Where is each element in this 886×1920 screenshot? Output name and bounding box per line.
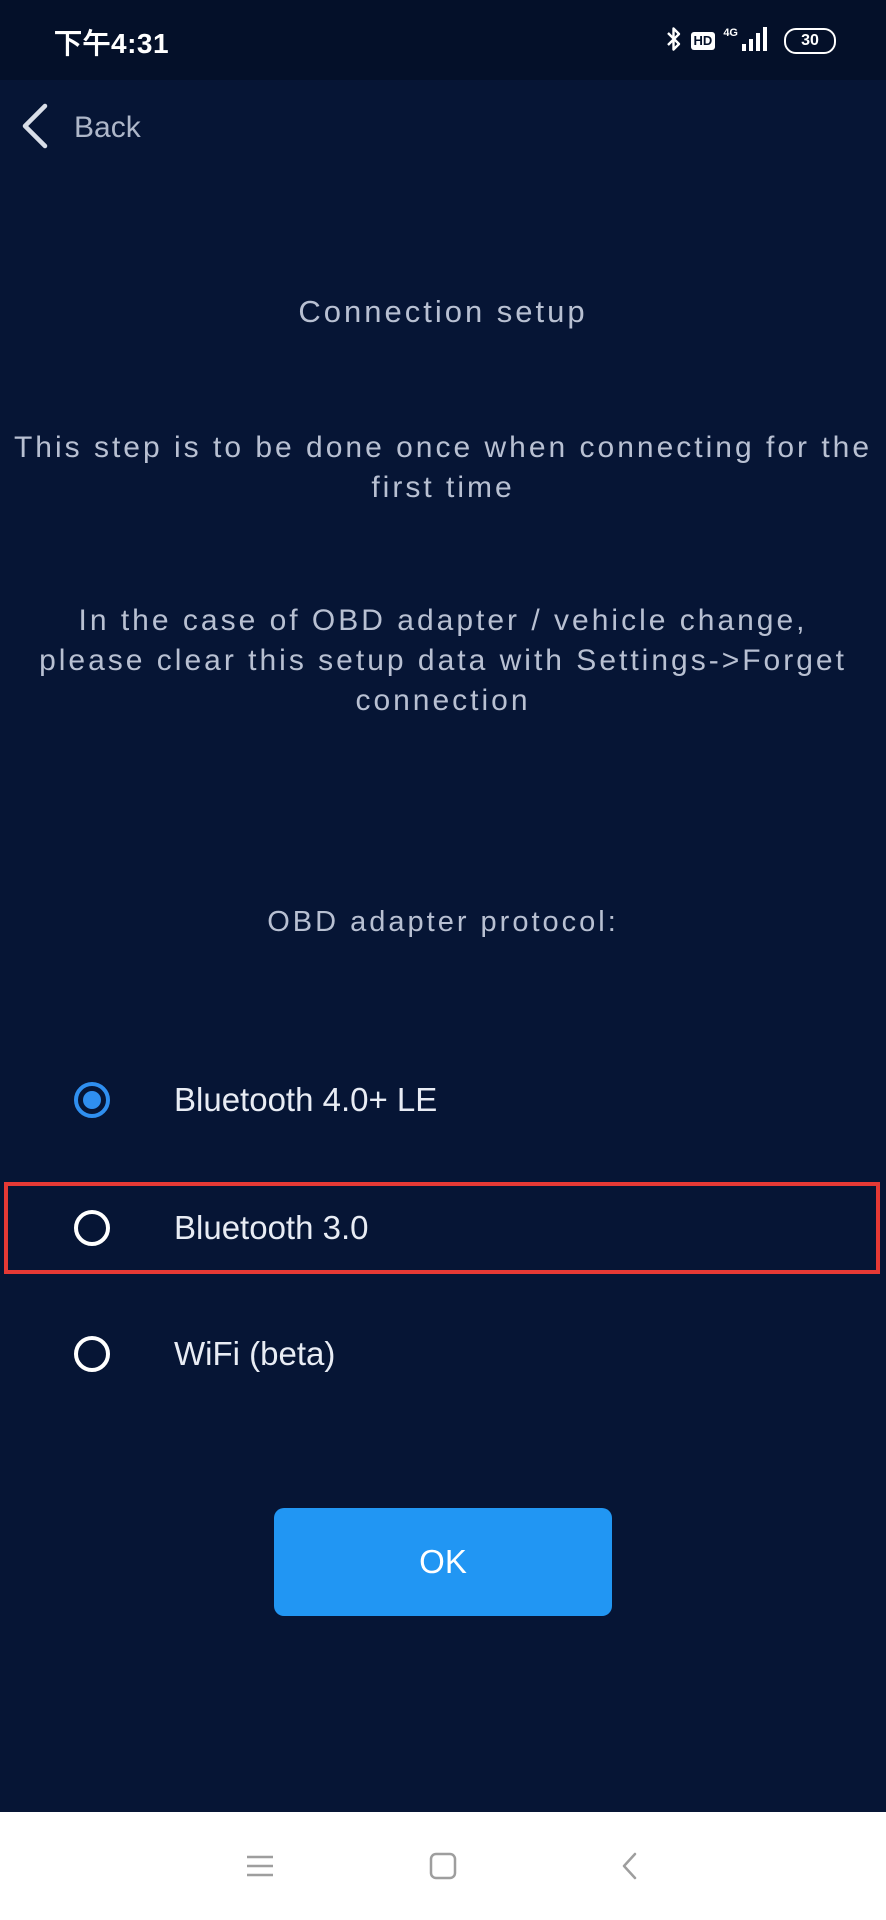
radio-label: Bluetooth 4.0+ LE xyxy=(174,1081,438,1118)
radio-option-bluetooth-le[interactable]: Bluetooth 4.0+ LE xyxy=(0,1060,886,1140)
back-label: Back xyxy=(74,111,141,144)
app-screen: 下午4:31 HD 4G 30 Back Connection setup Th… xyxy=(0,0,886,1920)
radio-label: WiFi (beta) xyxy=(174,1335,336,1372)
ok-button[interactable]: OK xyxy=(274,1508,612,1616)
radio-option-bluetooth-3[interactable]: Bluetooth 3.0 xyxy=(0,1188,886,1268)
signal-icon xyxy=(740,26,770,57)
battery-icon: 30 xyxy=(784,28,836,54)
system-nav-bar xyxy=(0,1812,886,1920)
hd-icon: HD xyxy=(690,32,716,50)
radio-selected-icon xyxy=(74,1082,110,1118)
radio-label: Bluetooth 3.0 xyxy=(174,1209,369,1246)
chevron-left-icon xyxy=(18,102,52,155)
status-icons: HD 4G 30 xyxy=(665,24,836,58)
reset-info-text: In the case of OBD adapter / vehicle cha… xyxy=(39,604,847,717)
radio-option-wifi[interactable]: WiFi (beta) xyxy=(0,1314,886,1394)
protocol-label: OBD adapter protocol: xyxy=(267,906,619,938)
battery-level: 30 xyxy=(801,32,819,49)
back-button[interactable]: Back xyxy=(18,102,141,154)
page-title: Connection setup xyxy=(298,294,588,329)
setup-info-text: This step is to be done once when connec… xyxy=(13,431,873,504)
radio-unselected-icon xyxy=(74,1336,110,1372)
back-nav-icon[interactable] xyxy=(600,1840,660,1892)
status-bar: 下午4:31 HD 4G 30 xyxy=(0,0,886,80)
bluetooth-icon xyxy=(665,25,683,58)
status-time: 下午4:31 xyxy=(54,28,170,59)
home-icon[interactable] xyxy=(413,1840,473,1892)
menu-icon[interactable] xyxy=(230,1840,290,1892)
network-type-label: 4G xyxy=(723,27,738,39)
radio-unselected-icon xyxy=(74,1210,110,1246)
